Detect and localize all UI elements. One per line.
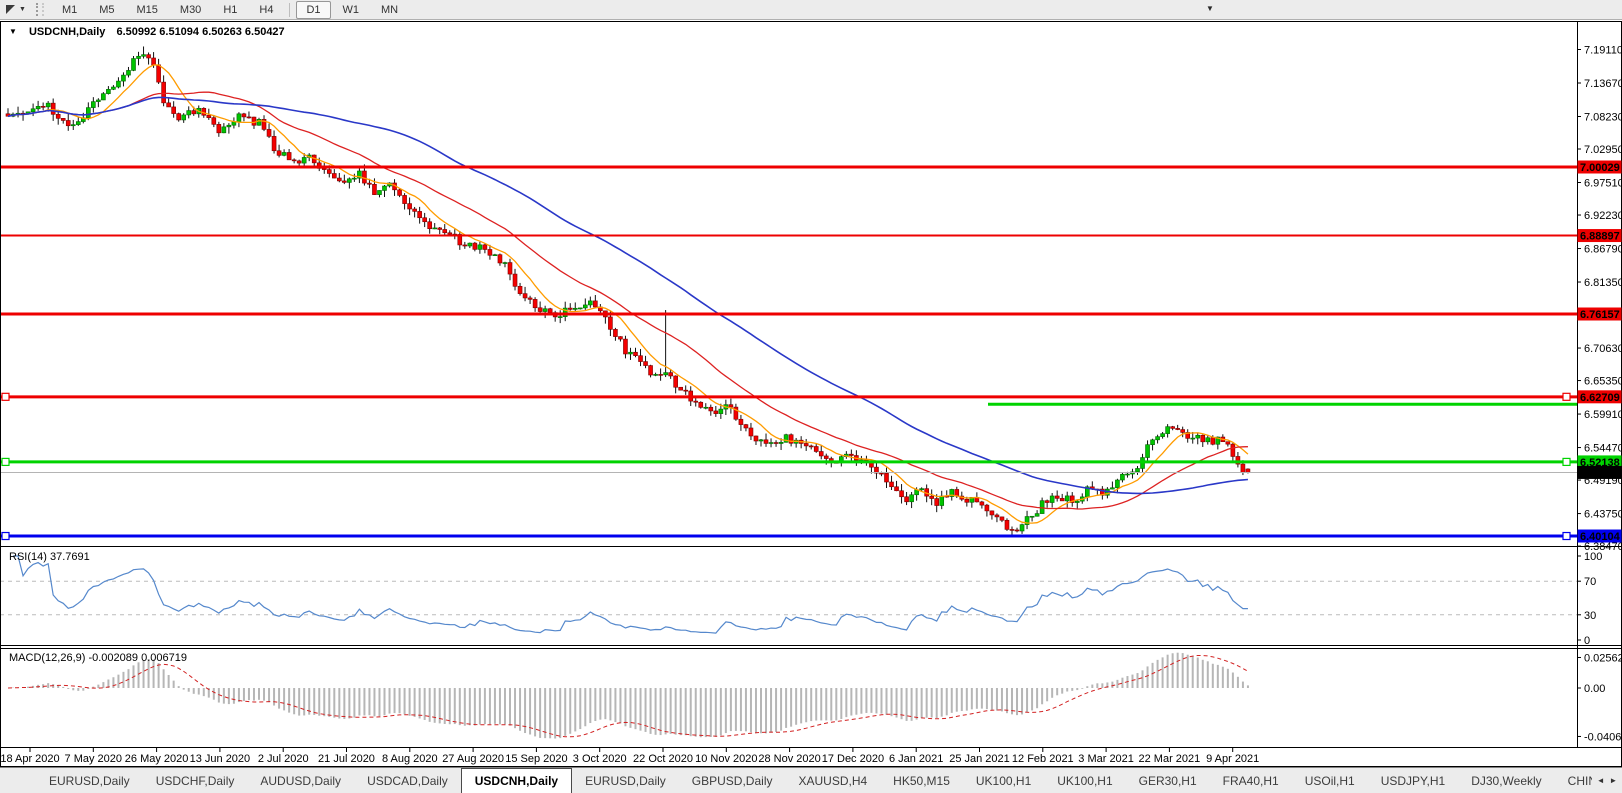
date-axis-label: 6 Jan 2021 — [889, 753, 943, 765]
ma-line-8 — [8, 65, 1248, 523]
price-axis[interactable]: 7.19110 7.13670 7.08230 7.02950 6.97510 6.922… — [1577, 44, 1622, 743]
mt4-window: ▼ M1M5M15M30H1H4D1W1MN ▼ 7.191107.136707… — [0, 0, 1622, 793]
line-price-tag: 7.00029 — [1580, 162, 1620, 174]
symbol-tab-gbpusd-daily[interactable]: GBPUSD,Daily — [679, 768, 786, 793]
rsi-line — [13, 556, 1248, 633]
date-axis-label: 22 Mar 2021 — [1139, 753, 1201, 765]
ohlc-values: 6.50992 6.51094 6.50263 6.50427 — [116, 26, 284, 38]
price-axis-label: 6.43750 — [1584, 509, 1622, 521]
symbol-tab-ger30-h1[interactable]: GER30,H1 — [1126, 768, 1210, 793]
line-selection-marker[interactable] — [2, 533, 9, 540]
price-axis-label: 6.59910 — [1584, 409, 1622, 421]
ma-line-25 — [8, 92, 1248, 509]
candlestick-series — [6, 46, 1250, 537]
symbol-tab-audusd-daily[interactable]: AUDUSD,Daily — [247, 768, 354, 793]
date-axis-label: 21 Jul 2020 — [318, 753, 375, 765]
price-axis-label: 6.70630 — [1584, 343, 1622, 355]
ma-line-60 — [8, 97, 1248, 493]
date-axis-label: 2 Jul 2020 — [258, 753, 309, 765]
date-axis-label: 15 Sep 2020 — [505, 753, 567, 765]
symbol-tab-usdcad-daily[interactable]: USDCAD,Daily — [354, 768, 461, 793]
rsi-axis-label: 0 — [1584, 635, 1590, 647]
symbol-tab-uk100-h1[interactable]: UK100,H1 — [1044, 768, 1125, 793]
rsi-indicator-label: RSI(14) 37.7691 — [9, 551, 90, 563]
tab-scroll-arrows: ◄ ► — [1592, 768, 1622, 793]
line-price-tag: 6.88897 — [1580, 231, 1620, 243]
symbol-tab-usdcnh-daily[interactable]: USDCNH,Daily — [461, 768, 572, 793]
tab-scroll-left-icon[interactable]: ◄ — [1597, 776, 1605, 785]
date-axis-label: 17 Dec 2020 — [822, 753, 884, 765]
price-axis-label: 6.92230 — [1584, 210, 1622, 222]
symbol-tab-eurusd-daily[interactable]: EURUSD,Daily — [572, 768, 679, 793]
date-axis-label: 12 Feb 2021 — [1012, 753, 1074, 765]
date-axis-label: 3 Mar 2021 — [1078, 753, 1134, 765]
macd-signal-line — [8, 656, 1248, 737]
price-axis-label: 7.08230 — [1584, 111, 1622, 123]
chart-menu-icon[interactable]: ▼ — [9, 27, 17, 36]
line-price-tag: 6.76157 — [1580, 309, 1620, 321]
symbol-tab-usdjpy-h1[interactable]: USDJPY,H1 — [1368, 768, 1458, 793]
price-axis-label: 7.19110 — [1584, 44, 1622, 56]
date-axis-label: 27 Aug 2020 — [442, 753, 504, 765]
symbol-tab-uk100-h1[interactable]: UK100,H1 — [963, 768, 1044, 793]
date-axis-label: 3 Oct 2020 — [573, 753, 627, 765]
symbol-tab-usoil-h1[interactable]: USOil,H1 — [1292, 768, 1368, 793]
date-axis[interactable]: 18 Apr 2020 7 May 202026 May 202013 Jun 2… — [0, 748, 1259, 765]
price-axis-label: 7.02950 — [1584, 144, 1622, 156]
rsi-axis-label: 70 — [1584, 576, 1596, 588]
macd-axis-label: 0.00 — [1584, 683, 1605, 695]
price-axis-label: 6.54470 — [1584, 443, 1622, 455]
macd-axis-label: 0.025623 — [1584, 652, 1622, 664]
macd-histogram — [8, 653, 1248, 739]
line-price-tag: 6.40104 — [1580, 531, 1621, 543]
symbol-tab-usdchf-daily[interactable]: USDCHF,Daily — [143, 768, 248, 793]
rsi-axis-label: 30 — [1584, 610, 1596, 622]
date-axis-label: 18 Apr 2020 — [0, 753, 59, 765]
line-selection-marker[interactable] — [1563, 533, 1570, 540]
symbol-tabbar: EURUSD,DailyUSDCHF,DailyAUDUSD,DailyUSDC… — [0, 767, 1622, 793]
date-axis-label: 10 Nov 2020 — [695, 753, 757, 765]
bid-price-tag: 6.50427 — [1580, 467, 1620, 479]
symbol-tab-dj30-weekly[interactable]: DJ30,Weekly — [1458, 768, 1554, 793]
date-axis-label: 22 Oct 2020 — [633, 753, 693, 765]
chart-window-frame — [1, 22, 1622, 767]
tab-scroll-right-icon[interactable]: ► — [1609, 776, 1617, 785]
line-price-tag: 6.62709 — [1580, 392, 1620, 404]
date-axis-label: 25 Jan 2021 — [949, 753, 1010, 765]
line-selection-marker[interactable] — [2, 458, 9, 465]
date-axis-label: 28 Nov 2020 — [758, 753, 820, 765]
date-axis-label: 9 Apr 2021 — [1206, 753, 1259, 765]
chart-canvas[interactable]: 7.19110 7.13670 7.08230 7.02950 6.97510 6.922… — [0, 0, 1622, 767]
price-axis-label: 6.86790 — [1584, 244, 1622, 256]
chart-symbol-label: ▼ USDCNH,Daily 6.50992 6.51094 6.50263 6… — [9, 26, 285, 38]
line-selection-marker[interactable] — [1563, 458, 1570, 465]
date-axis-label: 8 Aug 2020 — [382, 753, 438, 765]
line-selection-marker[interactable] — [1563, 393, 1570, 400]
date-axis-label: 26 May 2020 — [125, 753, 189, 765]
symbol-tab-fra40-h1[interactable]: FRA40,H1 — [1210, 768, 1292, 793]
macd-axis-label: -0.040687 — [1584, 731, 1622, 743]
symbol-tab-xauusd-h4[interactable]: XAUUSD,H4 — [785, 768, 880, 793]
price-axis-label: 6.65350 — [1584, 376, 1622, 388]
price-axis-label: 7.13670 — [1584, 78, 1622, 90]
macd-indicator-label: MACD(12,26,9) -0.002089 0.006719 — [9, 652, 187, 664]
date-axis-label: 7 May 2020 — [65, 753, 122, 765]
date-axis-label: 13 Jun 2020 — [190, 753, 251, 765]
symbol-tab-eurusd-daily[interactable]: EURUSD,Daily — [36, 768, 143, 793]
line-selection-marker[interactable] — [2, 393, 9, 400]
price-axis-label: 6.81350 — [1584, 277, 1622, 289]
symbol-tab-hk50-m15[interactable]: HK50,M15 — [880, 768, 963, 793]
rsi-axis-label: 100 — [1584, 551, 1602, 563]
symbol-name: USDCNH,Daily — [29, 26, 105, 38]
price-axis-label: 6.97510 — [1584, 178, 1622, 190]
